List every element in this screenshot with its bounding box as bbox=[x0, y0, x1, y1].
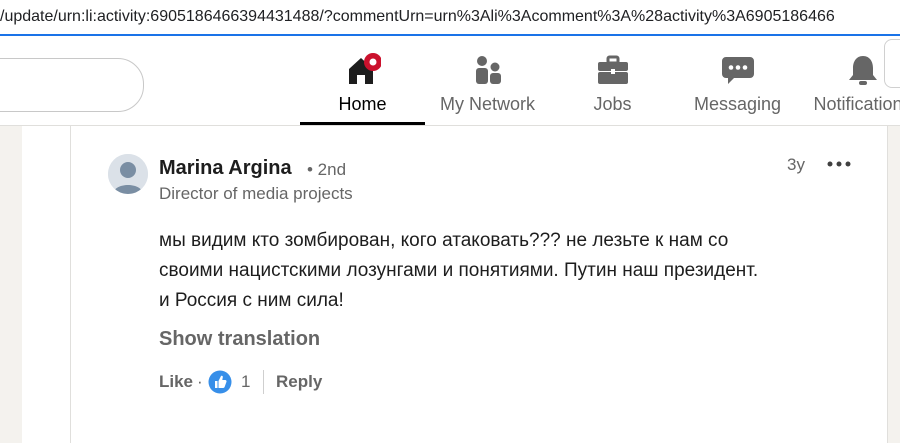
nav-messaging[interactable]: Messaging bbox=[675, 39, 800, 125]
bell-icon bbox=[848, 56, 877, 85]
connection-degree: • 2nd bbox=[307, 160, 347, 179]
more-options-icon[interactable] bbox=[825, 152, 853, 176]
browser-address-bar[interactable]: /update/urn:li:activity:6905186466394431… bbox=[0, 0, 900, 36]
action-divider bbox=[263, 370, 264, 394]
next-comment-glimpse bbox=[228, 432, 240, 443]
url-text[interactable]: /update/urn:li:activity:6905186466394431… bbox=[0, 8, 835, 26]
nav-jobs-label: Jobs bbox=[593, 94, 632, 114]
show-translation-button[interactable]: Show translation bbox=[159, 328, 320, 351]
page-background bbox=[0, 126, 22, 443]
comment-author-name[interactable]: Marina Argina bbox=[159, 157, 292, 180]
avatar[interactable] bbox=[108, 154, 148, 194]
comment-line: мы видим кто зомбирован, кого атаковать?… bbox=[159, 230, 729, 251]
nav-messaging-label: Messaging bbox=[693, 94, 782, 114]
people-icon bbox=[475, 56, 501, 84]
like-button[interactable]: Like bbox=[159, 372, 193, 392]
nav-home[interactable]: Home bbox=[300, 39, 425, 125]
like-count[interactable]: 1 bbox=[241, 372, 250, 392]
side-panel-button[interactable] bbox=[884, 39, 900, 88]
reply-button[interactable]: Reply bbox=[276, 372, 322, 392]
comment-line: и Россия с ним сила! bbox=[159, 290, 344, 311]
briefcase-icon bbox=[597, 55, 628, 84]
home-icon bbox=[348, 53, 381, 84]
global-nav: Home My Network Jobs Messaging Notificat… bbox=[0, 39, 900, 126]
nav-notifications-label: Notifications bbox=[813, 94, 900, 114]
comment-timestamp: 3y bbox=[787, 155, 805, 174]
like-reaction-icon[interactable] bbox=[208, 370, 232, 394]
comment-line: своими нацистскими лозунгами и понятиями… bbox=[159, 260, 759, 281]
nav-my-network[interactable]: My Network bbox=[425, 39, 550, 125]
separator-dot: · bbox=[197, 372, 203, 391]
nav-home-label: Home bbox=[338, 94, 387, 114]
message-icon bbox=[721, 57, 754, 84]
nav-jobs[interactable]: Jobs bbox=[550, 39, 675, 125]
search-input[interactable] bbox=[0, 58, 144, 112]
thread-line bbox=[70, 126, 71, 443]
nav-my-network-label: My Network bbox=[439, 94, 535, 114]
person-silhouette-icon bbox=[108, 154, 148, 194]
comment-text: мы видим кто зомбирован, кого атаковать?… bbox=[159, 226, 859, 316]
author-headline: Director of media projects bbox=[159, 184, 353, 203]
